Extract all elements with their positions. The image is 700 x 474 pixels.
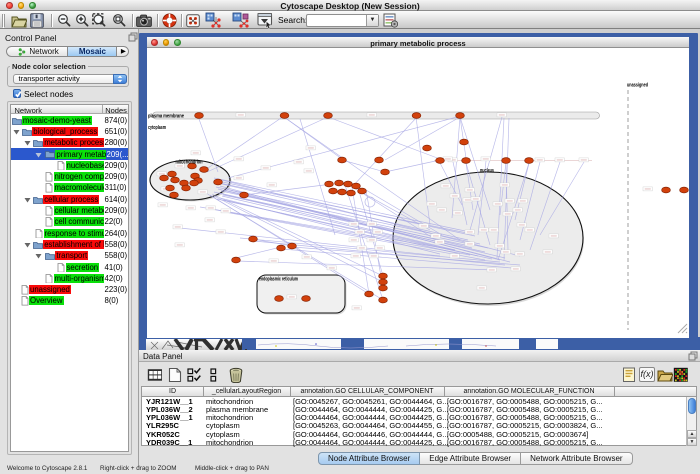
svg-text:nucleus: nucleus — [480, 168, 494, 174]
svg-text:cytoplasm: cytoplasm — [148, 125, 166, 131]
svg-text:endoplasmic reticulum: endoplasmic reticulum — [259, 277, 298, 283]
svg-text:unassigned: unassigned — [627, 83, 648, 89]
svg-text:plasma membrane: plasma membrane — [148, 114, 184, 120]
svg-text:mitochondrion: mitochondrion — [176, 160, 203, 166]
